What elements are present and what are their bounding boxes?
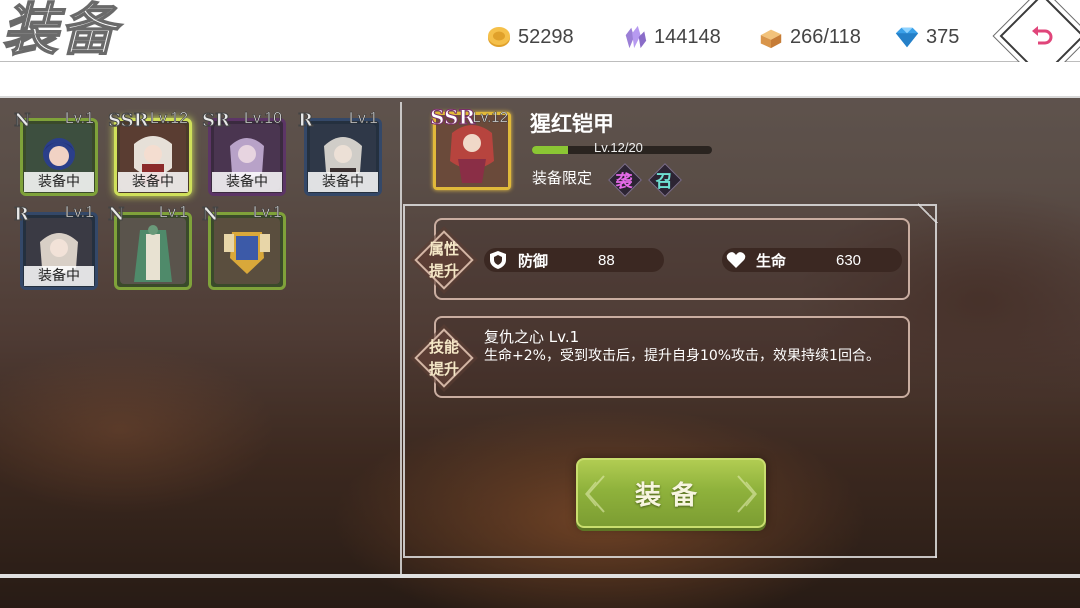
equipment-name: 猩红铠甲 <box>530 112 614 136</box>
attribute-tag: 属性 提升 <box>414 230 474 290</box>
equipment-slot[interactable]: R Lv.1 装备中 <box>298 110 382 196</box>
equipped-status: 装备中 <box>24 266 94 286</box>
defense-stat: 防御 88 <box>484 248 664 272</box>
equipment-slot[interactable]: N Lv.1 装备中 <box>13 110 98 196</box>
attribute-section: 属性 提升 防御 88 生命 630 <box>414 218 910 300</box>
equip-button-label: 装备 <box>634 480 707 511</box>
skill-description: 生命+2%，受到攻击后，提升自身10%攻击，效果持续1回合。 <box>484 348 880 364</box>
hp-value: 630 <box>836 251 862 269</box>
skill-tag-line1: 技能 <box>428 338 459 356</box>
skill-title: 复仇之心 Lv.1 <box>484 328 580 346</box>
purple-crystal-icon <box>622 24 648 50</box>
defense-label: 防御 <box>518 251 549 270</box>
skill-section: 技能 提升 复仇之心 Lv.1 生命+2%，受到攻击后，提升自身10%攻击，效果… <box>414 316 910 398</box>
selected-equipment-icon: SSR Lv.12 <box>429 105 511 190</box>
panel-divider <box>400 102 402 574</box>
crystal-resource: 144148 <box>622 22 721 52</box>
equipment-slot-selected[interactable]: SSR Lv.12 装备中 <box>108 110 192 196</box>
chevron-right-icon <box>737 475 757 513</box>
detail-panel-corner <box>918 203 938 223</box>
return-arrow-icon <box>1027 21 1057 51</box>
crystal-value: 144148 <box>654 25 721 48</box>
level-label: Lv.12 <box>150 110 189 128</box>
defense-value: 88 <box>598 251 615 269</box>
gem-resource: 375 <box>894 22 959 52</box>
rarity-label: SSR <box>108 110 150 132</box>
rarity-label: N <box>13 110 31 132</box>
hp-stat: 生命 630 <box>722 248 902 272</box>
equipment-slot[interactable]: N Lv.1 <box>107 204 192 290</box>
top-bar: 装备 52298 144148 266/118 375 <box>0 0 1080 79</box>
equipment-slot[interactable]: SR Lv.10 装备中 <box>202 110 286 196</box>
attribute-tag-line2: 提升 <box>428 262 459 280</box>
equipped-status: 装备中 <box>212 172 282 192</box>
selected-rarity-label: SSR <box>429 105 476 130</box>
bread-stamina-icon <box>758 24 784 50</box>
gold-resource: 52298 <box>486 22 574 52</box>
level-label: Lv.10 <box>244 110 283 128</box>
equipment-slot[interactable]: N Lv.1 <box>201 204 286 290</box>
hp-label: 生命 <box>756 251 787 270</box>
stamina-value: 266/118 <box>790 25 861 48</box>
skill-tag-line2: 提升 <box>428 360 459 378</box>
equipped-status: 装备中 <box>118 172 188 192</box>
selected-level-label: Lv.12 <box>472 109 508 127</box>
level-label: Lv.1 <box>158 204 189 222</box>
skill-tag: 技能 提升 <box>414 328 474 388</box>
rarity-label: SR <box>202 110 231 132</box>
equipped-status: 装备中 <box>308 172 378 192</box>
rarity-label: N <box>107 204 125 226</box>
rarity-label: R <box>298 110 314 132</box>
equipment-slot[interactable]: R Lv.1 装备中 <box>14 204 98 290</box>
heart-icon <box>724 248 748 272</box>
gem-value: 375 <box>926 25 960 48</box>
level-progress-fill <box>532 146 568 154</box>
rarity-label: R <box>14 204 30 226</box>
rarity-label: N <box>201 204 219 226</box>
page-title: 装备 <box>1 0 118 64</box>
diamond-gem-icon <box>894 24 920 50</box>
equip-limit-label: 装备限定 <box>532 169 593 187</box>
equipment-portrait <box>120 218 186 284</box>
limit-badge-assault: 袭 <box>610 165 638 193</box>
limit-badge-summon: 召 <box>650 165 678 193</box>
equip-button[interactable]: 装备 <box>576 458 766 528</box>
level-progress-text: Lv.12/20 <box>594 140 643 155</box>
shield-icon <box>486 248 510 272</box>
level-label: Lv.1 <box>348 110 379 128</box>
gold-value: 52298 <box>518 25 574 48</box>
equipped-status: 装备中 <box>24 172 94 192</box>
attribute-tag-line1: 属性 <box>428 240 459 258</box>
equipment-portrait <box>214 218 280 284</box>
header-strip <box>0 62 1080 98</box>
gold-coin-icon <box>486 24 512 50</box>
chevron-left-icon <box>585 475 605 513</box>
level-label: Lv.1 <box>64 204 95 222</box>
level-label: Lv.1 <box>64 110 95 128</box>
bottom-border <box>0 574 1080 578</box>
stamina-resource: 266/118 <box>758 22 861 52</box>
level-label: Lv.1 <box>252 204 283 222</box>
equipment-inventory: N Lv.1 装备中 SSR Lv.12 装备中 SR Lv.10 装备中 R … <box>0 102 400 574</box>
